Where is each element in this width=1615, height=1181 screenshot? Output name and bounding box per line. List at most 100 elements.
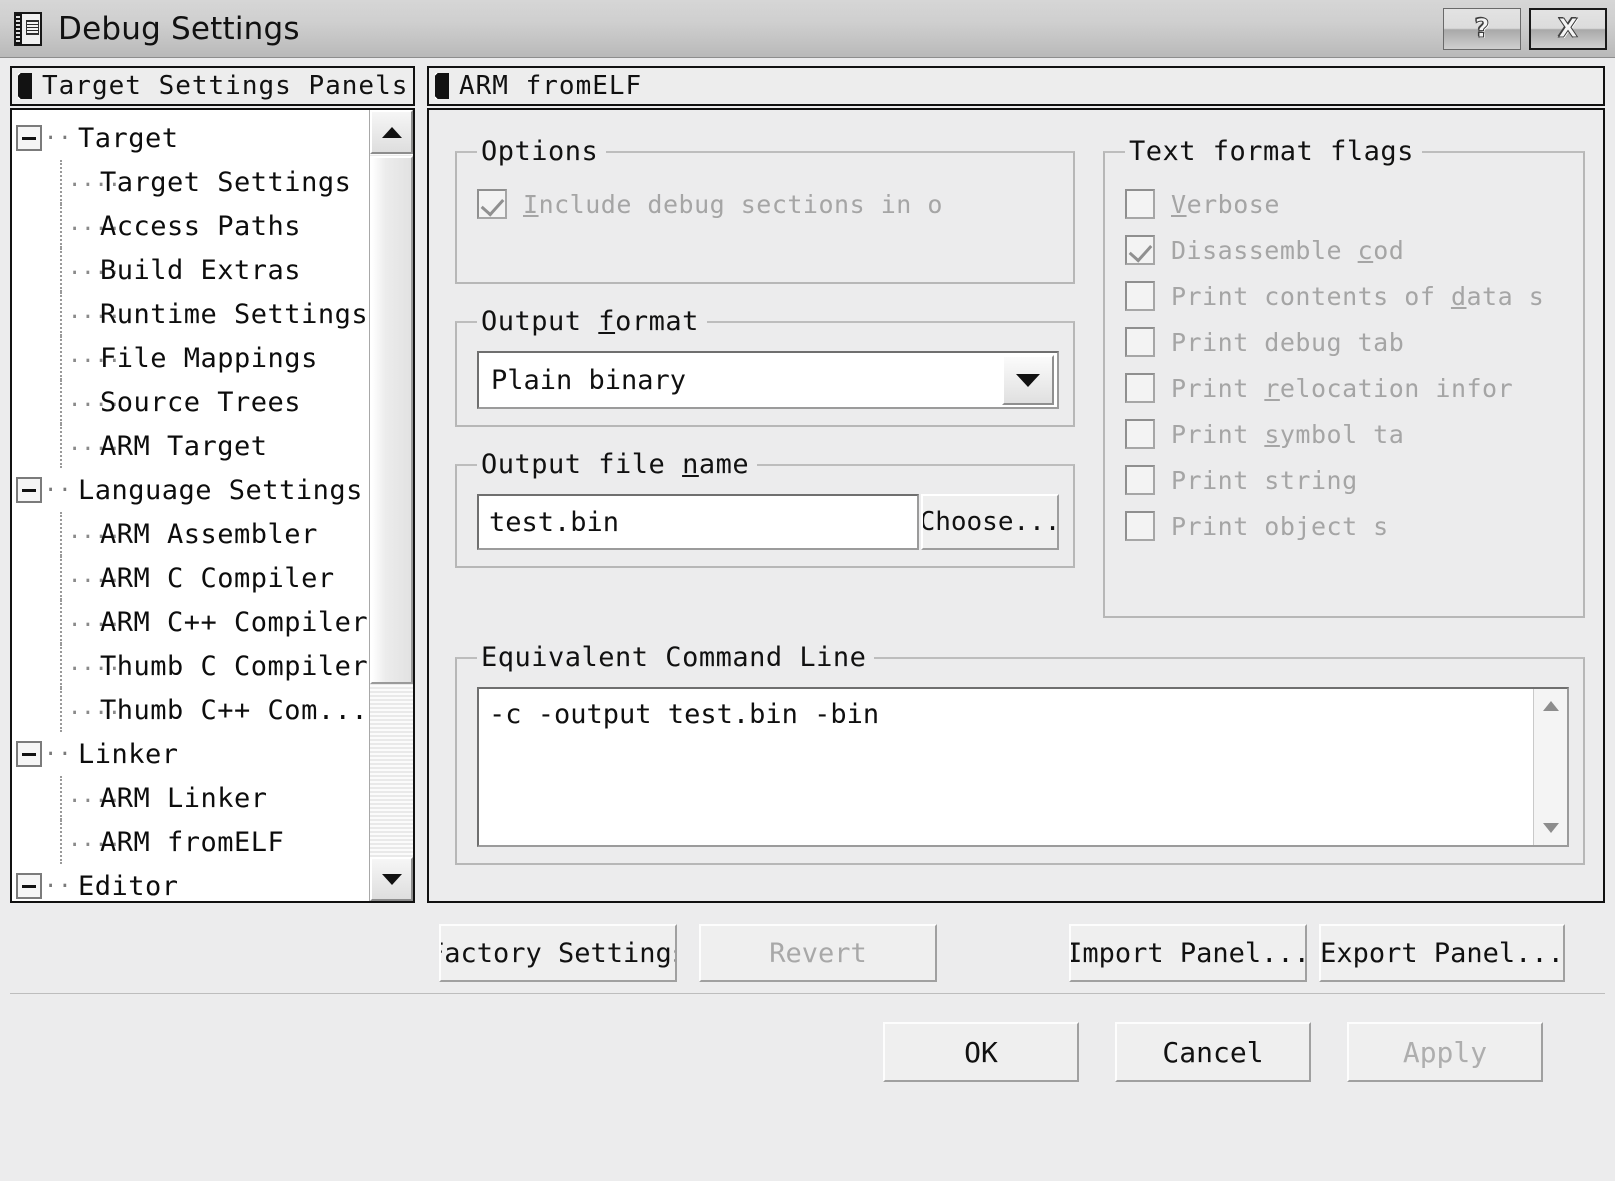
equivalent-command-line-group: Equivalent Command Line -c -output test.… bbox=[455, 642, 1585, 865]
tree-item-label: ARM C++ Compiler bbox=[100, 606, 369, 638]
export-panel-button[interactable]: Export Panel... bbox=[1319, 924, 1565, 982]
flag-checkbox-print-contents-of-data-s[interactable]: Print contents of data s bbox=[1125, 273, 1569, 319]
factory-settings-button[interactable]: Factory Settings bbox=[439, 924, 677, 982]
tree-item-editor[interactable]: ·· Editor bbox=[16, 864, 369, 901]
target-settings-panels: Target Settings Panels ·· Target ···· Targe… bbox=[10, 66, 415, 903]
tree-connector: ·· bbox=[44, 873, 73, 899]
flag-checkbox-print-object-s[interactable]: Print object s bbox=[1125, 503, 1569, 549]
apply-button[interactable]: Apply bbox=[1347, 1022, 1543, 1082]
tree-item-build-extras[interactable]: ···· Build Extras bbox=[16, 248, 369, 292]
checkbox-icon[interactable] bbox=[1125, 373, 1155, 403]
checkbox-icon[interactable] bbox=[1125, 327, 1155, 357]
window-title: Debug Settings bbox=[58, 10, 300, 47]
tree-item-access-paths[interactable]: ···· Access Paths bbox=[16, 204, 369, 248]
tree-item-file-mappings[interactable]: ···· File Mappings bbox=[16, 336, 369, 380]
import-panel-button[interactable]: Import Panel... bbox=[1069, 924, 1307, 982]
tree-connector: ···· bbox=[60, 688, 121, 732]
tree-item-thumb-c-compiler[interactable]: ···· Thumb C Compiler bbox=[16, 644, 369, 688]
content-panel-header: ARM fromELF bbox=[427, 66, 1605, 106]
flag-label: Print debug tab bbox=[1171, 327, 1405, 357]
scroll-up-arrow-icon[interactable] bbox=[370, 110, 413, 154]
scroll-down-arrow-icon[interactable] bbox=[1534, 815, 1567, 841]
output-format-legend: Output format bbox=[481, 306, 699, 337]
chevron-down-icon[interactable] bbox=[1002, 355, 1054, 405]
tree-item-arm-c-compiler[interactable]: ···· ARM C++ Compiler bbox=[16, 600, 369, 644]
text-format-flags-group: Text format flags Verbose Disassemble cod… bbox=[1103, 136, 1585, 618]
tree-connector: ···· bbox=[60, 600, 121, 644]
tree-connector: ···· bbox=[60, 820, 121, 864]
tree-item-label: Thumb C Compiler bbox=[100, 650, 369, 682]
tree-item-thumb-c-com[interactable]: ···· Thumb C++ Com... bbox=[16, 688, 369, 732]
tree-item-target-settings[interactable]: ···· Target Settings bbox=[16, 160, 369, 204]
tree-connector: ·· bbox=[44, 477, 73, 503]
choose-button[interactable]: Choose... bbox=[921, 494, 1059, 550]
tree-item-label: ARM Linker bbox=[100, 782, 268, 814]
tree-item-arm-target[interactable]: ···· ARM Target bbox=[16, 424, 369, 468]
flag-checkbox-print-string[interactable]: Print string bbox=[1125, 457, 1569, 503]
output-format-select[interactable]: Plain binary bbox=[477, 351, 1059, 409]
arm-fromelf-panel: ARM fromELF Options Include debug sectio… bbox=[427, 66, 1605, 903]
tree-item-arm-c-compiler[interactable]: ···· ARM C Compiler bbox=[16, 556, 369, 600]
flag-checkbox-print-relocation-infor[interactable]: Print relocation infor bbox=[1125, 365, 1569, 411]
output-format-group: Output format Plain binary bbox=[455, 306, 1075, 427]
tree-item-label: Target bbox=[78, 122, 179, 154]
tree-scrollbar-track[interactable] bbox=[370, 684, 413, 857]
checkbox-icon[interactable] bbox=[1125, 419, 1155, 449]
output-file-name-input[interactable]: test.bin bbox=[477, 494, 919, 550]
checkbox-icon[interactable] bbox=[1125, 511, 1155, 541]
tree-item-arm-linker[interactable]: ···· ARM Linker bbox=[16, 776, 369, 820]
checkbox-icon[interactable] bbox=[1125, 465, 1155, 495]
checkbox-icon[interactable] bbox=[1125, 235, 1155, 265]
tree-connector: ···· bbox=[60, 248, 121, 292]
tree-scrollbar-thumb[interactable] bbox=[370, 156, 413, 684]
tree-connector: ···· bbox=[60, 424, 121, 468]
tree-scrollbar[interactable] bbox=[369, 110, 413, 901]
command-line-box[interactable]: -c -output test.bin -bin bbox=[477, 687, 1569, 847]
tree-expander-icon[interactable] bbox=[16, 741, 42, 767]
scroll-down-arrow-icon[interactable] bbox=[370, 857, 413, 901]
flag-checkbox-print-debug-tab[interactable]: Print debug tab bbox=[1125, 319, 1569, 365]
tree-item-label: Target Settings bbox=[100, 166, 352, 198]
cancel-button[interactable]: Cancel bbox=[1115, 1022, 1311, 1082]
command-line-text: -c -output test.bin -bin bbox=[489, 699, 880, 730]
flag-label: Verbose bbox=[1171, 189, 1280, 219]
flag-checkbox-disassemble-cod[interactable]: Disassemble cod bbox=[1125, 227, 1569, 273]
tree-item-target[interactable]: ·· Target bbox=[16, 116, 369, 160]
tree-item-runtime-settings[interactable]: ···· Runtime Settings bbox=[16, 292, 369, 336]
tree-panel-header: Target Settings Panels bbox=[10, 66, 415, 106]
scroll-up-arrow-icon[interactable] bbox=[1534, 693, 1567, 719]
flag-label: Print symbol ta bbox=[1171, 419, 1405, 449]
settings-tree[interactable]: ·· Target ···· Target Settings ···· Access Pa… bbox=[10, 108, 415, 903]
tree-item-arm-fromelf[interactable]: ···· ARM fromELF bbox=[16, 820, 369, 864]
include-debug-sections-label: Include debug sections in o bbox=[523, 189, 943, 219]
revert-button[interactable]: Revert bbox=[699, 924, 937, 982]
tree-connector: ···· bbox=[60, 556, 121, 600]
settings-document-icon bbox=[14, 11, 44, 46]
options-legend: Options bbox=[481, 136, 599, 167]
checkbox-icon[interactable] bbox=[1125, 281, 1155, 311]
tree-expander-icon[interactable] bbox=[16, 873, 42, 899]
tree-expander-icon[interactable] bbox=[16, 477, 42, 503]
tree-item-label: Runtime Settings bbox=[100, 298, 369, 330]
close-button[interactable]: X bbox=[1529, 7, 1607, 50]
include-debug-sections-checkbox[interactable]: Include debug sections in o bbox=[477, 181, 1059, 227]
flag-label: Print string bbox=[1171, 465, 1358, 495]
command-line-scrollbar[interactable] bbox=[1533, 689, 1567, 845]
flag-label: Disassemble cod bbox=[1171, 235, 1405, 265]
help-button[interactable]: ? bbox=[1443, 7, 1521, 50]
command-line-legend: Equivalent Command Line bbox=[481, 642, 867, 673]
checkbox-icon[interactable] bbox=[1125, 189, 1155, 219]
flag-checkbox-print-symbol-ta[interactable]: Print symbol ta bbox=[1125, 411, 1569, 457]
tree-item-label: Source Trees bbox=[100, 386, 302, 418]
flag-checkbox-verbose[interactable]: Verbose bbox=[1125, 181, 1569, 227]
ok-button[interactable]: OK bbox=[883, 1022, 1079, 1082]
tree-item-label: Access Paths bbox=[100, 210, 302, 242]
tree-item-language-settings[interactable]: ·· Language Settings bbox=[16, 468, 369, 512]
tree-item-linker[interactable]: ·· Linker bbox=[16, 732, 369, 776]
tree-item-arm-assembler[interactable]: ···· ARM Assembler bbox=[16, 512, 369, 556]
tree-expander-icon[interactable] bbox=[16, 125, 42, 151]
checkbox-icon[interactable] bbox=[477, 189, 507, 219]
tree-item-source-trees[interactable]: ···· Source Trees bbox=[16, 380, 369, 424]
tree-item-label: ARM C Compiler bbox=[100, 562, 335, 594]
help-icon: ? bbox=[1474, 13, 1490, 44]
